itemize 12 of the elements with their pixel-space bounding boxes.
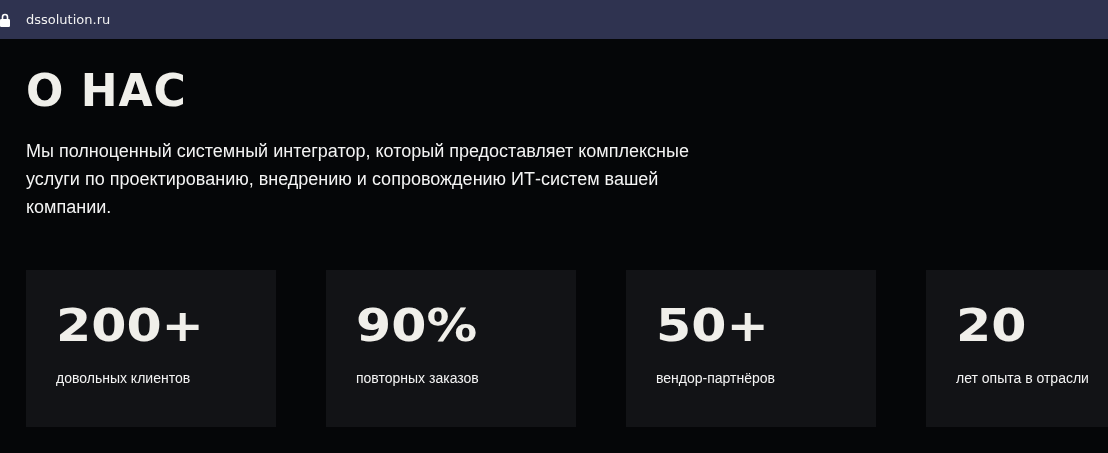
stat-label: повторных заказов — [356, 370, 480, 386]
stat-value: 20 — [956, 300, 1027, 352]
stat-label: лет опыта в отрасли — [956, 370, 1090, 386]
stat-value: 50+ — [656, 300, 769, 352]
stat-value: 90% — [356, 300, 478, 352]
stat-label: вендор-партнёров — [656, 370, 776, 386]
lock-icon — [0, 12, 10, 27]
stat-label: довольных клиентов — [56, 370, 192, 386]
url-text[interactable]: dssolution.ru — [26, 12, 111, 27]
section-heading: О НАС — [26, 67, 188, 115]
stat-value: 200+ — [56, 300, 205, 352]
description-text: Мы полноценный системный интегратор, который предоставляет комплексные услуги по проектированию, внедрению и сопровождению ИТ-систем вашей компании. — [26, 140, 690, 219]
